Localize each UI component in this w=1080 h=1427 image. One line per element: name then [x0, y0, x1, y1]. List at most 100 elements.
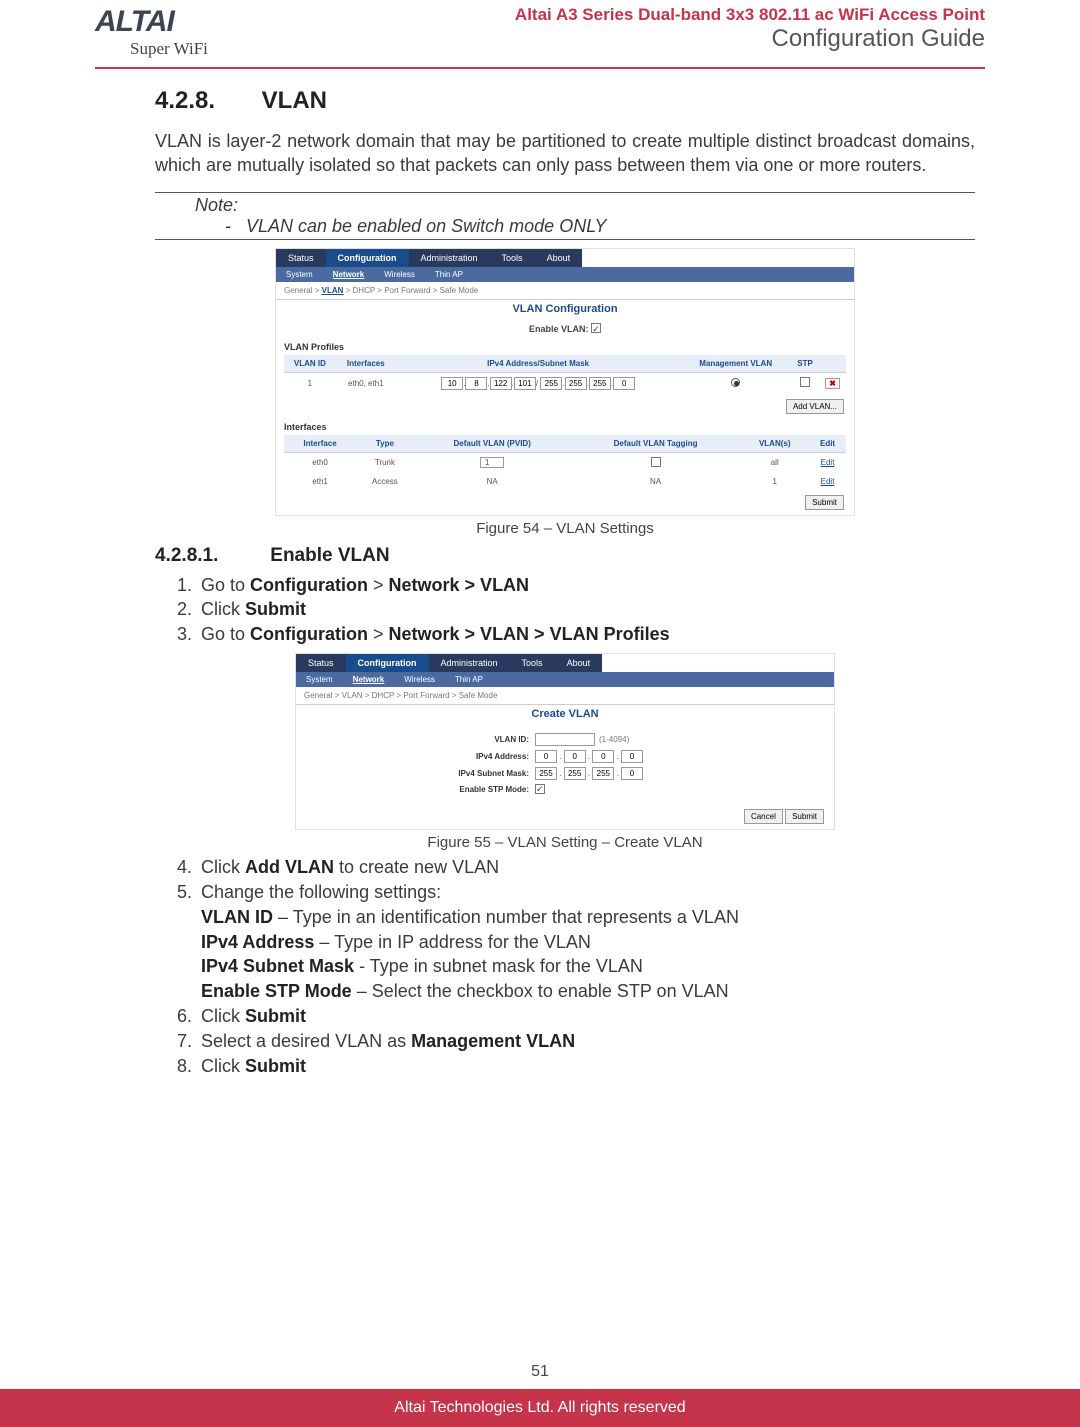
section-paragraph: VLAN is layer-2 network domain that may …: [155, 129, 975, 178]
table-row: 1 eth0, eth1 .../ ... ✖: [284, 372, 846, 394]
tab-about[interactable]: About: [535, 249, 583, 267]
interfaces-table: Interface Type Default VLAN (PVID) Defau…: [284, 435, 846, 490]
mask-octet-1[interactable]: [540, 377, 562, 390]
logo: ALTAI Super WiFi: [95, 5, 208, 59]
mask-octet-3[interactable]: [589, 377, 611, 390]
steps-list: Go to Configuration > Network > VLAN Cli…: [155, 573, 975, 647]
tab-status[interactable]: Status: [276, 249, 326, 267]
tab-configuration[interactable]: Configuration: [326, 249, 409, 267]
mask-octet[interactable]: [535, 767, 557, 780]
edit-link[interactable]: Edit: [821, 458, 835, 467]
list-item: Click Submit: [197, 597, 975, 622]
subsection-title: Enable VLAN: [270, 545, 389, 566]
ipv4-addr-label: IPv4 Address:: [395, 752, 535, 761]
subtab-wireless[interactable]: Wireless: [394, 672, 445, 687]
steps-list-cont: Click Add VLAN to create new VLAN Change…: [155, 855, 975, 1078]
stp-checkbox[interactable]: [800, 377, 810, 387]
add-vlan-button[interactable]: Add VLAN...: [786, 399, 844, 414]
page-number: 51: [0, 1363, 1080, 1381]
create-vlan-title: Create VLAN: [296, 704, 834, 723]
logo-sub: Super WiFi: [95, 39, 208, 59]
list-item: Select a desired VLAN as Management VLAN: [197, 1029, 975, 1054]
ip-octet[interactable]: [621, 750, 643, 763]
table-row: eth1 Access NA NA 1 Edit: [284, 473, 846, 490]
col-stp: STP: [791, 355, 819, 373]
stp-checkbox[interactable]: [535, 784, 545, 794]
breadcrumb: General > VLAN > DHCP > Port Forward > S…: [296, 687, 834, 704]
list-item: Change the following settings: VLAN ID –…: [197, 880, 975, 1004]
mask-octet[interactable]: [592, 767, 614, 780]
ip-octet-2[interactable]: [465, 377, 487, 390]
enable-vlan-row: Enable VLAN:: [276, 318, 854, 339]
col-vlan-id: VLAN ID: [284, 355, 336, 373]
stp-mode-label: Enable STP Mode:: [395, 785, 535, 794]
submit-button[interactable]: Submit: [805, 495, 844, 510]
sub-tabs: System Network Wireless Thin AP: [276, 267, 854, 282]
ip-octet[interactable]: [592, 750, 614, 763]
interfaces-label: Interfaces: [276, 419, 854, 435]
figure-55-caption: Figure 55 – VLAN Setting – Create VLAN: [155, 834, 975, 851]
doc-subtitle: Configuration Guide: [515, 25, 985, 53]
subtab-thinap[interactable]: Thin AP: [445, 672, 493, 687]
vlan-id-range: (1-4094): [595, 735, 629, 744]
tagging-checkbox[interactable]: [651, 457, 661, 467]
vlan-id-label: VLAN ID:: [395, 735, 535, 744]
tab-status[interactable]: Status: [296, 654, 346, 672]
col-interfaces: Interfaces: [336, 355, 396, 373]
mask-octet[interactable]: [564, 767, 586, 780]
edit-link[interactable]: Edit: [821, 477, 835, 486]
list-item: Click Submit: [197, 1004, 975, 1029]
cancel-button[interactable]: Cancel: [744, 809, 783, 824]
ip-octet-1[interactable]: [441, 377, 463, 390]
note-box: Note: - VLAN can be enabled on Switch mo…: [155, 192, 975, 240]
col-ipv4: IPv4 Address/Subnet Mask: [396, 355, 681, 373]
tab-about[interactable]: About: [555, 654, 603, 672]
enable-vlan-label: Enable VLAN:: [529, 324, 589, 334]
note-label: Note:: [195, 195, 975, 216]
tab-tools[interactable]: Tools: [490, 249, 535, 267]
subsection-heading: 4.2.8.1. Enable VLAN: [155, 545, 975, 567]
pvid-select[interactable]: 1: [480, 457, 504, 468]
subtab-thinap[interactable]: Thin AP: [425, 267, 473, 282]
logo-main: ALTAI: [95, 5, 208, 39]
delete-icon[interactable]: ✖: [825, 378, 840, 389]
mask-octet-4[interactable]: [613, 377, 635, 390]
ip-octet[interactable]: [535, 750, 557, 763]
ip-octet-3[interactable]: [490, 377, 512, 390]
col-del: [819, 355, 846, 373]
note-item: - VLAN can be enabled on Switch mode ONL…: [195, 216, 975, 237]
subtab-system[interactable]: System: [296, 672, 343, 687]
enable-vlan-checkbox[interactable]: [591, 323, 601, 333]
main-tabs: Status Configuration Administration Tool…: [276, 249, 854, 267]
mask-octet[interactable]: [621, 767, 643, 780]
list-item: Click Add VLAN to create new VLAN: [197, 855, 975, 880]
figure-54-caption: Figure 54 – VLAN Settings: [155, 520, 975, 537]
tab-tools[interactable]: Tools: [510, 654, 555, 672]
page-header: ALTAI Super WiFi Altai A3 Series Dual-ba…: [95, 0, 985, 69]
ip-mask-cell: .../ ...: [396, 372, 681, 394]
vlan-profiles-table: VLAN ID Interfaces IPv4 Address/Subnet M…: [284, 355, 846, 394]
footer-copyright: Altai Technologies Ltd. All rights reser…: [0, 1389, 1080, 1427]
list-item: Click Submit: [197, 1054, 975, 1079]
tab-configuration[interactable]: Configuration: [346, 654, 429, 672]
tab-administration[interactable]: Administration: [409, 249, 490, 267]
figure-54-screenshot: Status Configuration Administration Tool…: [275, 248, 855, 516]
breadcrumb: General > VLAN > DHCP > Port Forward > S…: [276, 282, 854, 299]
subtab-wireless[interactable]: Wireless: [374, 267, 425, 282]
submit-button[interactable]: Submit: [785, 809, 824, 824]
subtab-system[interactable]: System: [276, 267, 323, 282]
mask-octet-2[interactable]: [565, 377, 587, 390]
ip-octet[interactable]: [564, 750, 586, 763]
subtab-network[interactable]: Network: [343, 672, 395, 687]
ipv4-mask-label: IPv4 Subnet Mask:: [395, 769, 535, 778]
vlan-id-input[interactable]: [535, 733, 595, 746]
mgmt-vlan-radio[interactable]: [731, 378, 740, 387]
ip-octet-4[interactable]: [514, 377, 536, 390]
subtab-network[interactable]: Network: [323, 267, 375, 282]
section-number: 4.2.8.: [155, 87, 255, 115]
vlan-config-title: VLAN Configuration: [276, 299, 854, 318]
vlan-profiles-label: VLAN Profiles: [276, 339, 854, 355]
list-item: Go to Configuration > Network > VLAN > V…: [197, 622, 975, 647]
section-heading: 4.2.8. VLAN: [155, 87, 975, 115]
tab-administration[interactable]: Administration: [429, 654, 510, 672]
